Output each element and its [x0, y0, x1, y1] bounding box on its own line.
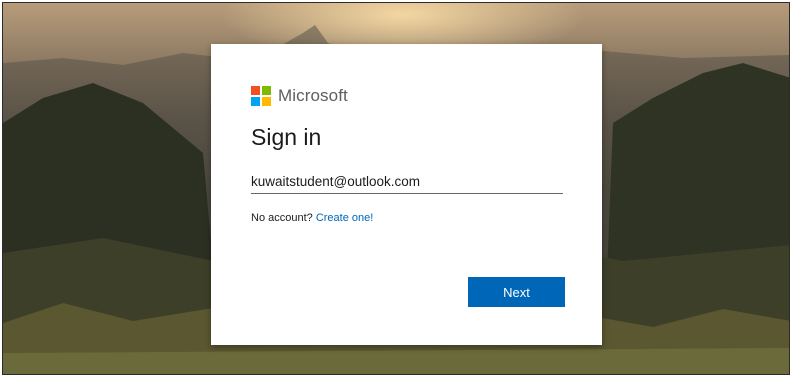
microsoft-logo-icon: [251, 86, 271, 106]
microsoft-logo: Microsoft: [251, 86, 348, 106]
next-button[interactable]: Next: [468, 277, 565, 307]
logo-text: Microsoft: [278, 86, 348, 105]
browser-viewport: Microsoft Sign in No account? Create one…: [2, 2, 790, 375]
create-account-link[interactable]: Create one!: [316, 212, 373, 224]
logo-square-green: [262, 86, 271, 95]
no-account-row: No account? Create one!: [251, 212, 373, 224]
logo-square-blue: [251, 97, 260, 106]
logo-square-yellow: [262, 97, 271, 106]
email-field[interactable]: [251, 169, 563, 194]
page-title: Sign in: [251, 124, 322, 150]
no-account-label: No account?: [251, 212, 313, 224]
signin-card: Microsoft Sign in No account? Create one…: [211, 44, 602, 345]
logo-square-red: [251, 86, 260, 95]
